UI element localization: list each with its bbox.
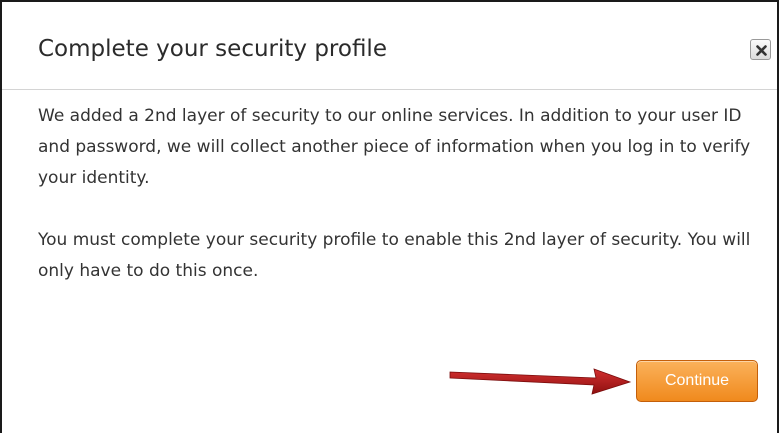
- close-icon: [756, 45, 767, 56]
- dialog-title: Complete your security profile: [38, 36, 387, 62]
- dialog-header: Complete your security profile: [2, 2, 777, 90]
- continue-button[interactable]: Continue: [636, 360, 758, 402]
- close-button[interactable]: [750, 39, 771, 60]
- instruction-paragraph: You must complete your security profile …: [38, 230, 751, 281]
- dialog-body: We added a 2nd layer of security to our …: [38, 101, 763, 318]
- intro-paragraph: We added a 2nd layer of security to our …: [38, 106, 751, 188]
- security-profile-dialog: Complete your security profile We added …: [0, 0, 779, 433]
- arrow-right-icon: [449, 368, 632, 395]
